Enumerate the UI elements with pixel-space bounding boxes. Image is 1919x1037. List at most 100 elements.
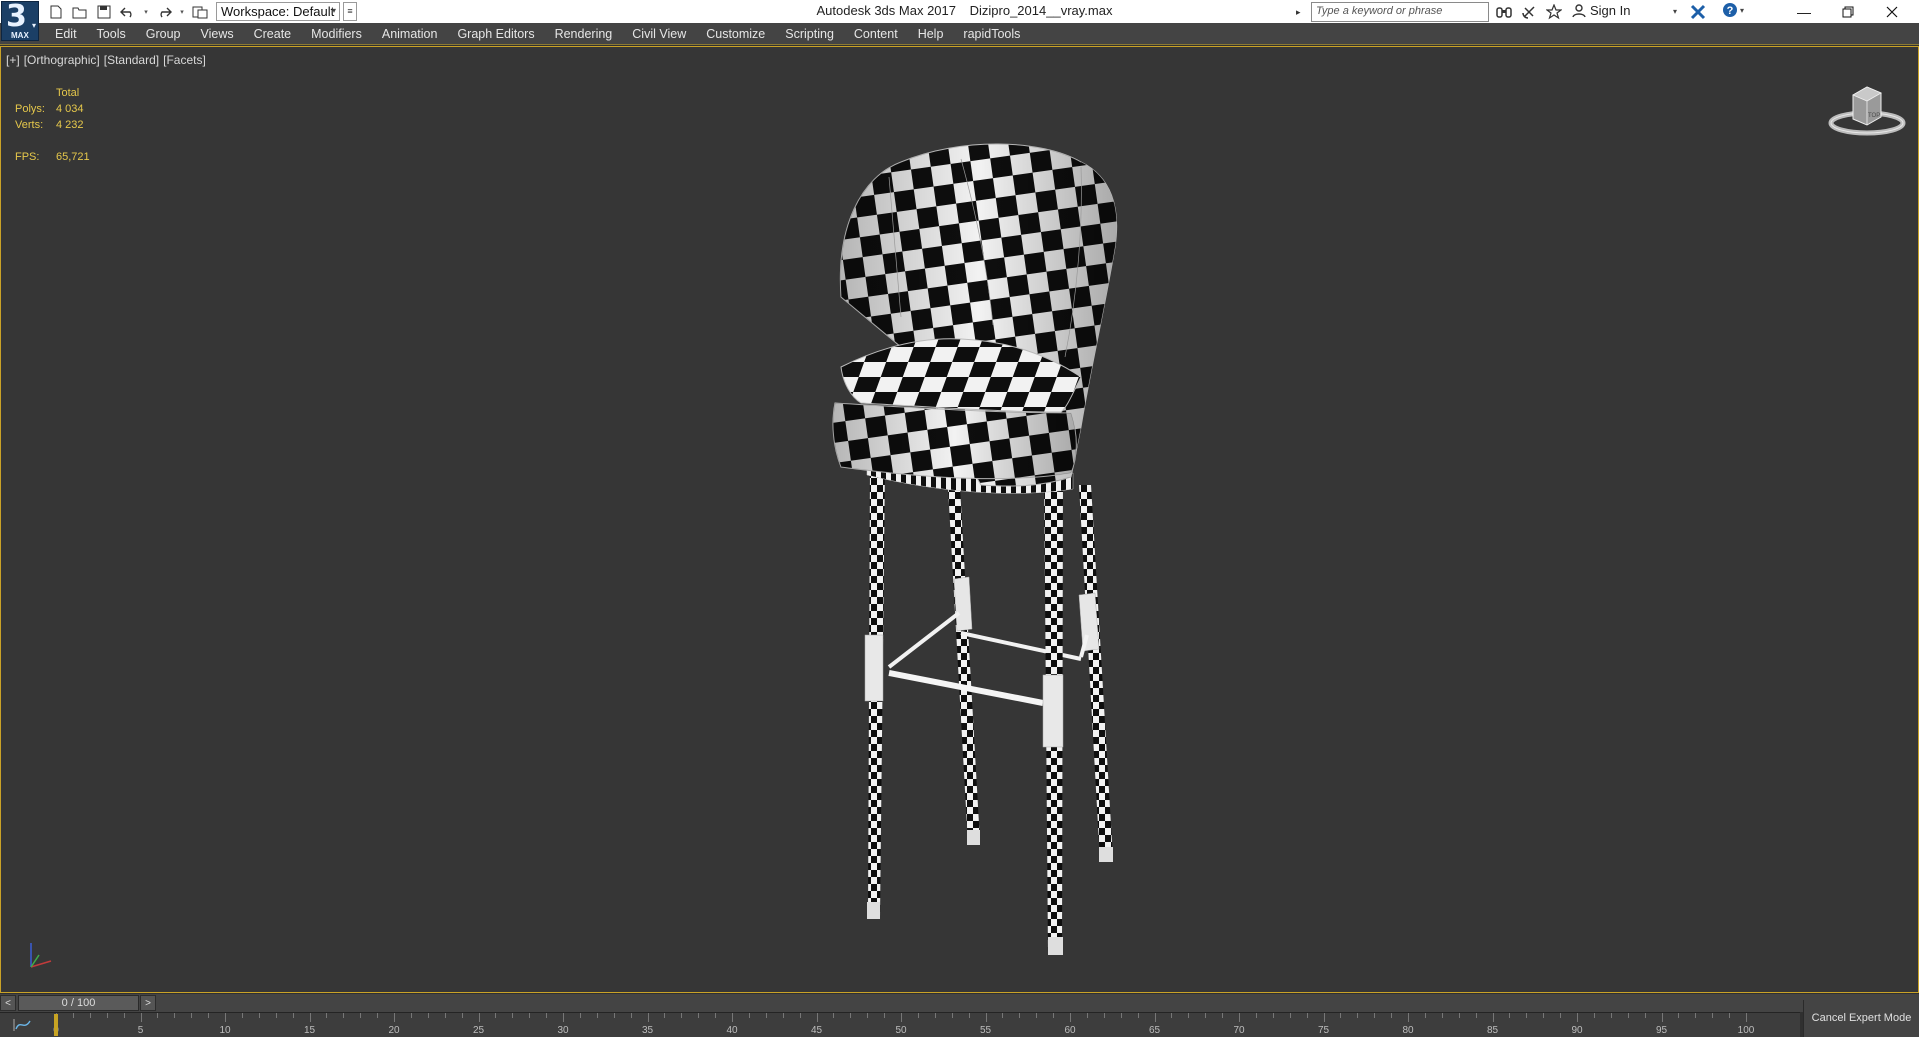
menu-item-civil-view[interactable]: Civil View <box>622 23 696 45</box>
curve-editor-icon[interactable] <box>12 1017 34 1033</box>
ruler-tick <box>1492 1013 1494 1022</box>
ruler-tick <box>715 1013 717 1018</box>
scene-statistics: Total Polys: 4 034 Verts: 4 232 FPS: 65,721 <box>15 85 90 165</box>
frame-ruler[interactable]: 0510152025303540455055606570758085909510… <box>53 1013 1754 1037</box>
search-binoculars-button[interactable] <box>1495 3 1513 21</box>
time-slider-thumb[interactable]: 0 / 100 <box>18 995 139 1011</box>
ruler-tick <box>140 1013 142 1022</box>
ruler-tick <box>377 1013 379 1018</box>
satellite-icon <box>1522 6 1535 19</box>
ruler-tick <box>1137 1013 1139 1018</box>
ruler-tick <box>1036 1013 1038 1018</box>
viewport-orthographic[interactable]: [+] [Orthographic] [Standard] [Facets] Tota… <box>0 46 1919 993</box>
sign-in-button[interactable]: Sign In <box>1572 3 1630 18</box>
menu-item-content[interactable]: Content <box>844 23 908 45</box>
menu-item-graph-editors[interactable]: Graph Editors <box>447 23 544 45</box>
menu-item-help[interactable]: Help <box>908 23 954 45</box>
ruler-tick <box>1746 1013 1747 1022</box>
ruler-tick <box>1695 1013 1697 1018</box>
ruler-tick <box>1239 1013 1240 1022</box>
menu-item-animation[interactable]: Animation <box>372 23 448 45</box>
workspace-label: Workspace: Default <box>221 4 335 19</box>
viewport-general-menu[interactable]: [+] <box>6 53 20 67</box>
restore-icon <box>1842 6 1854 17</box>
minimize-button[interactable]: — <box>1782 0 1826 23</box>
restore-button[interactable] <box>1826 0 1870 23</box>
viewport-shading-menu[interactable]: [Standard] <box>104 53 159 67</box>
app-logo-sub: MAX <box>11 31 29 40</box>
viewport-display-mode-menu[interactable]: [Facets] <box>163 53 206 67</box>
ruler-label: 35 <box>641 1025 654 1036</box>
ruler-tick <box>563 1013 564 1022</box>
ruler-tick <box>410 1013 412 1018</box>
workspace-dropdown[interactable]: Workspace: Default ▾ <box>216 2 340 21</box>
exchange-x-icon <box>1690 4 1706 20</box>
favorites-button[interactable] <box>1545 3 1563 21</box>
application-menu-button[interactable]: 3 MAX ▾ <box>1 0 39 41</box>
ruler-tick <box>1593 1013 1595 1018</box>
current-frame-marker[interactable] <box>54 1014 58 1036</box>
ruler-tick <box>1374 1013 1376 1018</box>
project-folder-button[interactable] <box>190 2 210 22</box>
menu-item-views[interactable]: Views <box>190 23 243 45</box>
chevron-down-icon: ▾ <box>31 21 36 30</box>
ruler-tick <box>427 1013 429 1018</box>
redo-list-chevron-icon[interactable]: ▾ <box>178 8 186 16</box>
track-bar[interactable]: 0510152025303540455055606570758085909510… <box>0 1012 1800 1037</box>
bar-stool-model[interactable] <box>781 107 1201 967</box>
menu-item-create[interactable]: Create <box>244 23 302 45</box>
ruler-tick <box>816 1013 818 1022</box>
ruler-tick <box>1086 1013 1088 1018</box>
ruler-tick <box>1340 1013 1342 1018</box>
ruler-tick <box>1002 1013 1004 1018</box>
close-icon <box>1886 6 1898 17</box>
viewcube[interactable]: TOP <box>1827 79 1907 141</box>
expand-arrow-icon[interactable]: ▸ <box>1296 7 1301 18</box>
ruler-tick <box>512 1013 514 1018</box>
ruler-tick <box>850 1013 852 1018</box>
ruler-label: 80 <box>1402 1025 1414 1036</box>
communication-center-button[interactable] <box>1520 3 1538 21</box>
undo-list-chevron-icon[interactable]: ▾ <box>142 8 150 16</box>
ruler-tick <box>1323 1013 1325 1022</box>
menu-item-rendering[interactable]: Rendering <box>545 23 623 45</box>
menu-item-tools[interactable]: Tools <box>87 23 136 45</box>
save-file-button[interactable] <box>94 2 114 22</box>
menu-item-rapidtools[interactable]: rapidTools <box>953 23 1030 45</box>
open-file-button[interactable] <box>70 2 90 22</box>
ruler-tick <box>326 1013 328 1018</box>
ruler-tick <box>1543 1013 1545 1018</box>
autodesk-exchange-button[interactable] <box>1688 2 1708 22</box>
ruler-tick <box>596 1013 598 1018</box>
ruler-tick <box>1577 1013 1578 1022</box>
close-button[interactable] <box>1870 0 1914 23</box>
help-button[interactable]: ? ▾ <box>1722 2 1744 18</box>
ruler-tick <box>123 1013 125 1018</box>
ruler-tick <box>698 1013 700 1018</box>
ruler-label: 55 <box>979 1025 992 1036</box>
svg-text:?: ? <box>1727 5 1734 17</box>
customize-qat-button[interactable]: ≡ <box>343 2 357 21</box>
menu-item-customize[interactable]: Customize <box>696 23 775 45</box>
prev-frame-button[interactable]: < <box>0 995 16 1011</box>
ruler-label: 20 <box>388 1025 400 1036</box>
menu-item-scripting[interactable]: Scripting <box>775 23 844 45</box>
ruler-tick <box>1255 1013 1257 1018</box>
menu-item-modifiers[interactable]: Modifiers <box>301 23 372 45</box>
ruler-tick <box>1509 1013 1511 1018</box>
ruler-tick <box>613 1013 615 1018</box>
time-slider[interactable]: < 0 / 100 > <box>0 994 1919 1012</box>
search-input[interactable]: Type a keyword or phrase <box>1311 2 1489 22</box>
undo-button[interactable] <box>118 2 138 22</box>
ruler-tick <box>782 1013 784 1018</box>
menu-item-group[interactable]: Group <box>136 23 191 45</box>
viewport-label-menu[interactable]: [+] [Orthographic] [Standard] [Facets] <box>6 53 210 67</box>
menu-item-edit[interactable]: Edit <box>45 23 87 45</box>
app-title: Autodesk 3ds Max 2017 <box>816 3 956 18</box>
next-frame-button[interactable]: > <box>140 995 156 1011</box>
cancel-expert-mode-button[interactable]: Cancel Expert Mode <box>1803 1000 1919 1037</box>
chevron-down-icon[interactable]: ▾ <box>1673 7 1677 16</box>
new-file-button[interactable] <box>46 2 66 22</box>
viewport-point-of-view-menu[interactable]: [Orthographic] <box>24 53 100 67</box>
redo-button[interactable] <box>154 2 174 22</box>
